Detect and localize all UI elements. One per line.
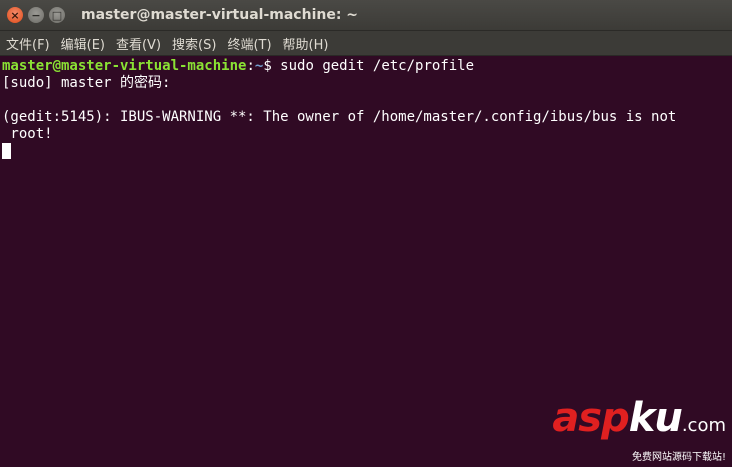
prompt-separator: :	[246, 58, 255, 74]
minimize-button[interactable]: −	[28, 7, 44, 23]
command-line: master@master-virtual-machine:~$ sudo ge…	[2, 58, 730, 75]
ibus-warning-line: (gedit:5145): IBUS-WARNING **: The owner…	[2, 109, 677, 125]
close-button[interactable]: ×	[7, 7, 23, 23]
watermark-subtitle: 免费网站源码下载站!	[631, 452, 726, 463]
window-titlebar[interactable]: × − □ master@master-virtual-machine: ~	[0, 0, 732, 31]
close-icon: ×	[10, 8, 20, 22]
watermark: aspku.com 免费网站源码下载站!	[552, 398, 726, 463]
menu-search[interactable]: 搜索(S)	[172, 34, 216, 53]
text-cursor	[2, 143, 11, 159]
maximize-icon: □	[51, 8, 63, 22]
prompt-dollar: $	[263, 58, 281, 74]
menu-help[interactable]: 帮助(H)	[283, 34, 329, 53]
cursor-line	[2, 143, 730, 160]
menu-terminal[interactable]: 终端(T)	[227, 34, 271, 53]
maximize-button[interactable]: □	[49, 7, 65, 23]
minimize-icon: −	[31, 8, 41, 22]
sudo-password-prompt: [sudo] master 的密码:	[2, 75, 171, 91]
menubar: 文件(F) 编辑(E) 查看(V) 搜索(S) 终端(T) 帮助(H)	[0, 31, 732, 56]
prompt-user-host: master@master-virtual-machine	[2, 58, 247, 74]
menu-file[interactable]: 文件(F)	[6, 34, 50, 53]
command-text: sudo gedit /etc/profile	[280, 58, 475, 74]
menu-edit[interactable]: 编辑(E)	[61, 34, 105, 53]
ibus-warning-continuation: root!	[2, 126, 53, 142]
watermark-logo: aspku.com	[552, 395, 726, 441]
window-controls: × − □	[0, 7, 65, 23]
window-title: master@master-virtual-machine: ~	[81, 7, 359, 23]
menu-view[interactable]: 查看(V)	[116, 34, 161, 53]
